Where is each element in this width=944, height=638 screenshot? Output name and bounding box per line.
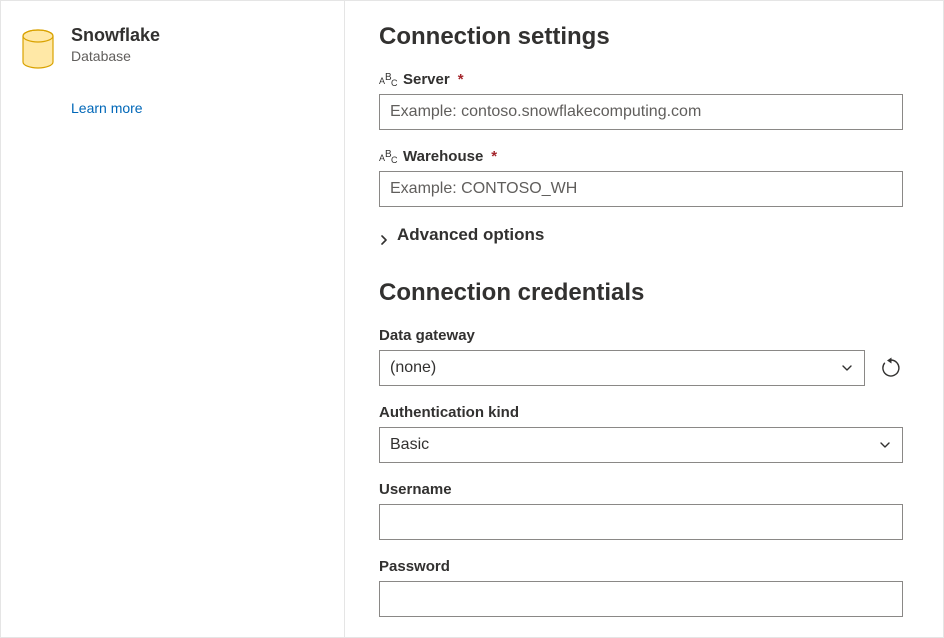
text-type-icon: ABC	[379, 73, 397, 87]
data-gateway-label: Data gateway	[379, 327, 903, 344]
text-type-icon: ABC	[379, 150, 397, 164]
connection-credentials-heading: Connection credentials	[379, 279, 903, 307]
auth-kind-field: Authentication kind Basic	[379, 404, 903, 463]
warehouse-field: ABC Warehouse *	[379, 148, 903, 207]
connector-category: Database	[71, 48, 160, 64]
warehouse-input[interactable]	[379, 171, 903, 207]
chevron-down-icon	[878, 438, 892, 452]
data-gateway-field: Data gateway (none)	[379, 327, 903, 386]
refresh-gateway-button[interactable]	[879, 356, 903, 380]
password-label: Password	[379, 558, 903, 575]
server-input[interactable]	[379, 94, 903, 130]
connection-settings-heading: Connection settings	[379, 23, 903, 51]
server-label: ABC Server *	[379, 71, 903, 88]
refresh-icon	[880, 357, 902, 379]
advanced-options-toggle[interactable]: Advanced options	[379, 225, 903, 245]
sidebar: Snowflake Database Learn more	[1, 1, 345, 637]
chevron-down-icon	[840, 361, 854, 375]
required-mark: *	[491, 148, 497, 165]
data-gateway-value: (none)	[390, 359, 436, 377]
chevron-right-icon	[379, 230, 389, 240]
warehouse-label: ABC Warehouse *	[379, 148, 903, 165]
sidebar-header: Snowflake Database	[21, 25, 324, 72]
auth-kind-dropdown[interactable]: Basic	[379, 427, 903, 463]
connector-title: Snowflake	[71, 25, 160, 46]
username-label: Username	[379, 481, 903, 498]
server-field: ABC Server *	[379, 71, 903, 130]
username-field: Username	[379, 481, 903, 540]
database-icon	[21, 25, 57, 72]
data-gateway-dropdown[interactable]: (none)	[379, 350, 865, 386]
dialog-container: Snowflake Database Learn more Connection…	[0, 0, 944, 638]
password-field: Password	[379, 558, 903, 617]
auth-kind-label: Authentication kind	[379, 404, 903, 421]
required-mark: *	[458, 71, 464, 88]
username-input[interactable]	[379, 504, 903, 540]
learn-more-link[interactable]: Learn more	[71, 100, 324, 116]
auth-kind-value: Basic	[390, 436, 429, 454]
main-panel: Connection settings ABC Server * ABC War…	[345, 1, 943, 637]
password-input[interactable]	[379, 581, 903, 617]
